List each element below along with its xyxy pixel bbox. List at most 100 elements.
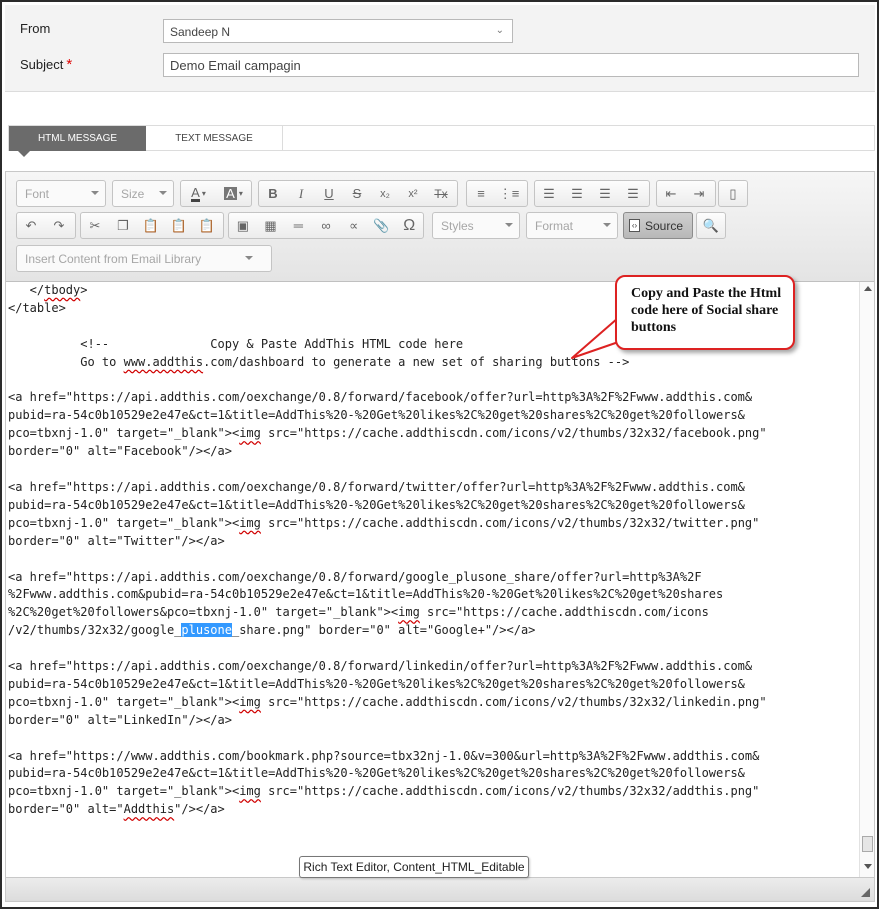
bold-button[interactable]: B: [259, 181, 287, 206]
indent-group: ⇤ ⇥: [656, 180, 716, 207]
horizontal-line-icon[interactable]: ═: [284, 213, 312, 238]
text-color-button[interactable]: A ▾: [181, 181, 216, 206]
required-marker: *: [66, 56, 73, 73]
resize-handle-icon[interactable]: [861, 888, 870, 897]
copy-icon[interactable]: ❐: [109, 213, 137, 238]
code-line: pubid=ra-54c0b10529e2e47e&ct=1&title=Add…: [8, 765, 859, 783]
align-right-icon[interactable]: ☰: [591, 181, 619, 206]
code-line: <a href="https://api.addthis.com/oexchan…: [8, 389, 859, 407]
bg-color-button[interactable]: A ▾: [216, 181, 251, 206]
from-label: From: [20, 21, 51, 36]
align-left-icon[interactable]: ☰: [535, 181, 563, 206]
text-color-icon: A: [191, 184, 200, 202]
spellcheck-word: tbody: [44, 283, 81, 297]
tab-html-message[interactable]: HTML MESSAGE: [9, 126, 146, 151]
code-text: <a href="https://www.addthis.com/bookmar…: [8, 748, 760, 763]
remove-format-button[interactable]: Tx: [427, 181, 455, 206]
code-text: </table>: [8, 300, 66, 315]
code-text: /v2/thumbs/32x32/google_: [8, 623, 182, 638]
code-text: <a href="https://api.addthis.com/oexchan…: [8, 479, 745, 494]
numbered-list-icon[interactable]: ≡: [467, 181, 495, 206]
code-text: src="https://cache.addthiscdn.com/icons: [419, 605, 709, 620]
bg-color-icon: A: [224, 186, 237, 201]
spellcheck-word: www.addthis: [123, 354, 204, 369]
code-text: pco=tbxnj-1.0" target="_blank"><: [8, 515, 240, 530]
outdent-icon[interactable]: ⇤: [657, 181, 685, 206]
code-text: pubid=ra-54c0b10529e2e47e&ct=1&title=Add…: [8, 766, 745, 781]
code-text: "/></a>: [174, 802, 225, 817]
superscript-button[interactable]: x²: [399, 181, 427, 206]
code-line: pubid=ra-54c0b10529e2e47e&ct=1&title=Add…: [8, 407, 859, 425]
attachment-icon[interactable]: 📎: [368, 213, 396, 238]
code-text: src="https://cache.addthiscdn.com/icons/…: [260, 694, 767, 709]
message-tabs: HTML MESSAGE TEXT MESSAGE: [8, 125, 875, 151]
table-icon[interactable]: ▦: [257, 213, 285, 238]
code-line: <a href="https://api.addthis.com/oexchan…: [8, 658, 859, 676]
cut-icon[interactable]: ✂: [81, 213, 109, 238]
from-select[interactable]: Sandeep N ⌄: [163, 19, 513, 43]
strikethrough-button[interactable]: S: [343, 181, 371, 206]
code-text: src="https://cache.addthiscdn.com/icons/…: [260, 784, 760, 799]
subject-input[interactable]: Demo Email campagin: [163, 53, 859, 77]
unlink-icon[interactable]: ∝: [340, 213, 368, 238]
code-text: border="0" alt=": [8, 802, 124, 817]
format-combo[interactable]: Format: [526, 212, 618, 239]
code-line: border="0" alt="LinkedIn"/></a>: [8, 712, 859, 730]
code-line: /v2/thumbs/32x32/google_plusone_share.pn…: [8, 622, 859, 640]
email-library-combo[interactable]: Insert Content from Email Library: [16, 245, 272, 272]
preview-icon[interactable]: 🔍: [697, 213, 725, 238]
align-justify-icon[interactable]: ☰: [619, 181, 647, 206]
indent-icon[interactable]: ⇥: [685, 181, 713, 206]
basic-styles-group: B I U S x₂ x² Tx: [258, 180, 458, 207]
code-text: <a href="https://api.addthis.com/oexchan…: [8, 659, 753, 674]
code-text: pco=tbxnj-1.0" target="_blank"><: [8, 784, 240, 799]
tab-text-message[interactable]: TEXT MESSAGE: [146, 126, 283, 151]
active-tab-indicator: [18, 151, 30, 157]
editor-status-bar: [6, 877, 874, 901]
code-line: border="0" alt="Addthis"/></a>: [8, 801, 859, 819]
code-line: pubid=ra-54c0b10529e2e47e&ct=1&title=Add…: [8, 497, 859, 515]
scroll-up-arrow-icon[interactable]: [864, 286, 872, 291]
styles-combo-label: Styles: [441, 219, 474, 233]
editor-toolbar: Font Size A ▾ A ▾ B I U S x₂ x² Tx ≡ ⋮≡ ☰ …: [6, 172, 874, 282]
special-character-icon[interactable]: Ω: [395, 213, 423, 238]
align-center-icon[interactable]: ☰: [563, 181, 591, 206]
font-combo[interactable]: Font: [16, 180, 106, 207]
source-button[interactable]: ‹› Source: [623, 212, 693, 239]
redo-icon[interactable]: ↷: [45, 213, 73, 238]
spellcheck-word: img: [398, 605, 420, 620]
styles-combo[interactable]: Styles: [432, 212, 520, 239]
code-line: pco=tbxnj-1.0" target="_blank"><img src=…: [8, 783, 859, 801]
link-icon[interactable]: ∞: [312, 213, 340, 238]
code-text: src="https://cache.addthiscdn.com/icons/…: [260, 426, 767, 441]
size-combo-label: Size: [121, 187, 145, 201]
vertical-scrollbar[interactable]: [859, 282, 874, 877]
align-group: ☰ ☰ ☰ ☰: [534, 180, 650, 207]
caret-down-icon: [603, 223, 611, 227]
from-select-value: Sandeep N: [170, 25, 231, 39]
caret-down-icon: ▾: [238, 189, 243, 198]
paste-word-icon[interactable]: 📋: [193, 213, 221, 238]
code-text: pubid=ra-54c0b10529e2e47e&ct=1&title=Add…: [8, 497, 745, 512]
code-text: %2Fwww.addthis.com&pubid=ra-54c0b10529e2…: [8, 587, 724, 602]
undo-icon[interactable]: ↶: [17, 213, 45, 238]
subscript-button[interactable]: x₂: [371, 181, 399, 206]
paste-icon[interactable]: 📋: [137, 213, 165, 238]
subject-label-text: Subject: [20, 57, 64, 72]
code-line: %2C%20get%20followers&pco=tbxnj-1.0" tar…: [8, 604, 859, 622]
code-line: border="0" alt="Twitter"/></a>: [8, 533, 859, 551]
source-code-area[interactable]: </tbody> </table> <!-- Copy & Paste AddTh…: [6, 282, 859, 877]
bulleted-list-icon[interactable]: ⋮≡: [495, 181, 523, 206]
show-blocks-icon[interactable]: ▯: [719, 181, 747, 206]
paste-text-icon[interactable]: 📋: [165, 213, 193, 238]
italic-button[interactable]: I: [287, 181, 315, 206]
scroll-thumb[interactable]: [862, 836, 873, 852]
underline-button[interactable]: U: [315, 181, 343, 206]
html-source-code[interactable]: </tbody> </table> <!-- Copy & Paste AddTh…: [6, 282, 859, 819]
scroll-down-arrow-icon[interactable]: [864, 864, 872, 869]
size-combo[interactable]: Size: [112, 180, 174, 207]
image-icon[interactable]: ▣: [229, 213, 257, 238]
